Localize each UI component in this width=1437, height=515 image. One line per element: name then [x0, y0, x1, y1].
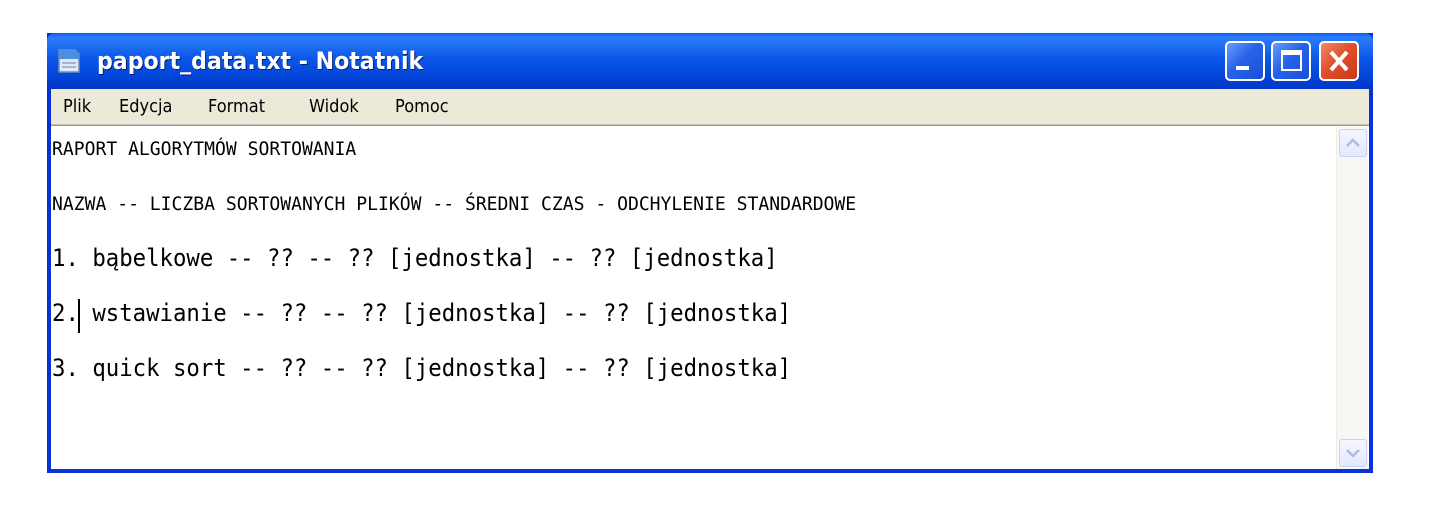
arrow-up-icon [1346, 138, 1360, 147]
close-icon [1329, 50, 1349, 72]
menu-item-widok[interactable]: Widok [309, 95, 359, 119]
scroll-down-button[interactable] [1339, 439, 1367, 467]
scroll-up-button[interactable] [1339, 129, 1367, 157]
minimize-icon [1236, 66, 1249, 70]
text-caret [78, 299, 80, 333]
arrow-down-icon [1346, 449, 1360, 458]
text-line-4: 2. wstawianie -- ?? -- ?? [jednostka] --… [52, 299, 792, 327]
text-line-5: 3. quick sort -- ?? -- ?? [jednostka] --… [52, 354, 792, 382]
menu-bar: Plik Edycja Format Widok Pomoc [51, 89, 1369, 125]
menu-item-format[interactable]: Format [208, 95, 265, 119]
text-line-1: RAPORT ALGORYTMÓW SORTOWANIA [52, 138, 357, 160]
maximize-icon [1281, 50, 1302, 71]
notepad-window: paport_data.txt - Notatnik Plik Edycja F… [47, 33, 1373, 473]
text-editor-area[interactable]: RAPORT ALGORYTMÓW SORTOWANIA NAZWA -- LI… [51, 125, 1369, 469]
window-title: paport_data.txt - Notatnik [97, 47, 424, 75]
text-line-3: 1. bąbelkowe -- ?? -- ?? [jednostka] -- … [52, 244, 778, 272]
title-bar[interactable]: paport_data.txt - Notatnik [47, 33, 1373, 89]
notepad-icon[interactable] [55, 47, 83, 75]
text-line-2: NAZWA -- LICZBA SORTOWANYCH PLIKÓW -- ŚR… [52, 193, 857, 215]
maximize-button[interactable] [1271, 41, 1311, 81]
close-button[interactable] [1319, 41, 1359, 81]
menu-item-edycja[interactable]: Edycja [119, 95, 172, 119]
vertical-scrollbar[interactable] [1336, 127, 1368, 469]
minimize-button[interactable] [1225, 41, 1265, 81]
menu-item-plik[interactable]: Plik [63, 95, 91, 119]
menu-item-pomoc[interactable]: Pomoc [395, 95, 449, 119]
